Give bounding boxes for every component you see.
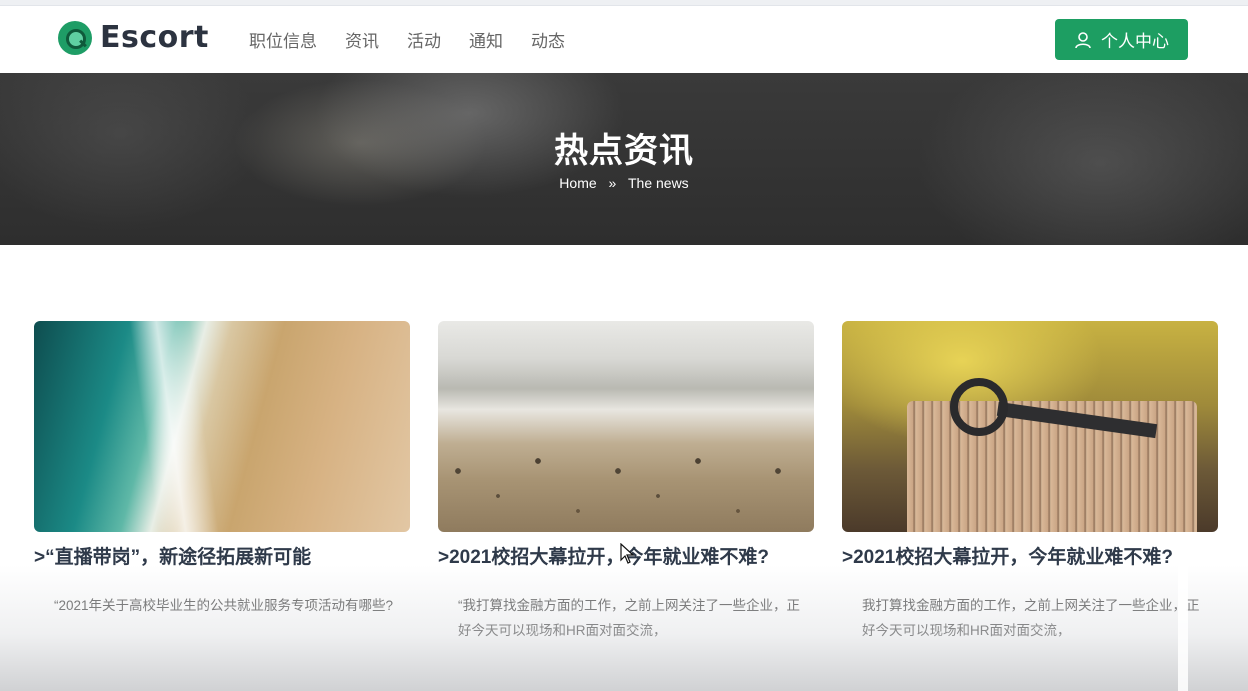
news-card-image[interactable] xyxy=(842,321,1218,532)
logo[interactable]: Escort xyxy=(58,20,209,55)
breadcrumb: Home » The news xyxy=(0,175,1248,191)
news-card[interactable]: >“直播带岗”，新途径拓展新可能 “2021年关于高校毕业生的公共就业服务专项活… xyxy=(34,321,410,618)
news-card-excerpt: 我打算找金融方面的工作，之前上网关注了一些企业，正好今天可以现场和HR面对面交流… xyxy=(862,598,1200,638)
breadcrumb-home[interactable]: Home xyxy=(559,175,596,191)
scrollbar[interactable] xyxy=(1178,548,1188,691)
site-header: Escort 职位信息 资讯 活动 通知 动态 个人中心 xyxy=(0,6,1248,73)
news-card-title[interactable]: >“直播带岗”，新途径拓展新可能 xyxy=(34,542,410,569)
user-center-label: 个人中心 xyxy=(1101,32,1169,51)
main-nav: 职位信息 资讯 活动 通知 动态 xyxy=(249,27,593,52)
page-banner: 热点资讯 Home » The news xyxy=(0,73,1248,245)
logo-search-icon xyxy=(58,20,92,55)
news-card[interactable]: >2021校招大幕拉开，今年就业难不难? 我打算找金融方面的工作，之前上网关注了… xyxy=(842,321,1218,643)
user-center-button[interactable]: 个人中心 xyxy=(1055,19,1188,60)
news-card-image[interactable] xyxy=(34,321,410,532)
nav-item-jobs[interactable]: 职位信息 xyxy=(249,27,317,52)
breadcrumb-current: The news xyxy=(627,175,689,191)
news-card-image[interactable] xyxy=(438,321,814,532)
key-decoration xyxy=(996,401,1158,439)
mouse-cursor-icon xyxy=(620,543,635,564)
news-card-excerpt: “2021年关于高校毕业生的公共就业服务专项活动有哪些? xyxy=(54,598,394,613)
nav-item-notices[interactable]: 通知 xyxy=(469,27,503,52)
page-title: 热点资讯 xyxy=(554,132,694,170)
user-icon xyxy=(1075,31,1091,48)
news-card-excerpt: “我打算找金融方面的工作，之前上网关注了一些企业，正好今天可以现场和HR面对面交… xyxy=(458,598,800,638)
nav-item-news[interactable]: 资讯 xyxy=(345,27,379,52)
nav-item-events[interactable]: 活动 xyxy=(407,27,441,52)
nav-item-updates[interactable]: 动态 xyxy=(531,27,565,52)
news-card[interactable]: >2021校招大幕拉开，今年就业难不难? “我打算找金融方面的工作，之前上网关注… xyxy=(438,321,814,643)
logo-text: Escort xyxy=(100,20,209,55)
news-card-title[interactable]: >2021校招大幕拉开，今年就业难不难? xyxy=(842,542,1218,569)
breadcrumb-separator-icon: » xyxy=(608,175,617,191)
